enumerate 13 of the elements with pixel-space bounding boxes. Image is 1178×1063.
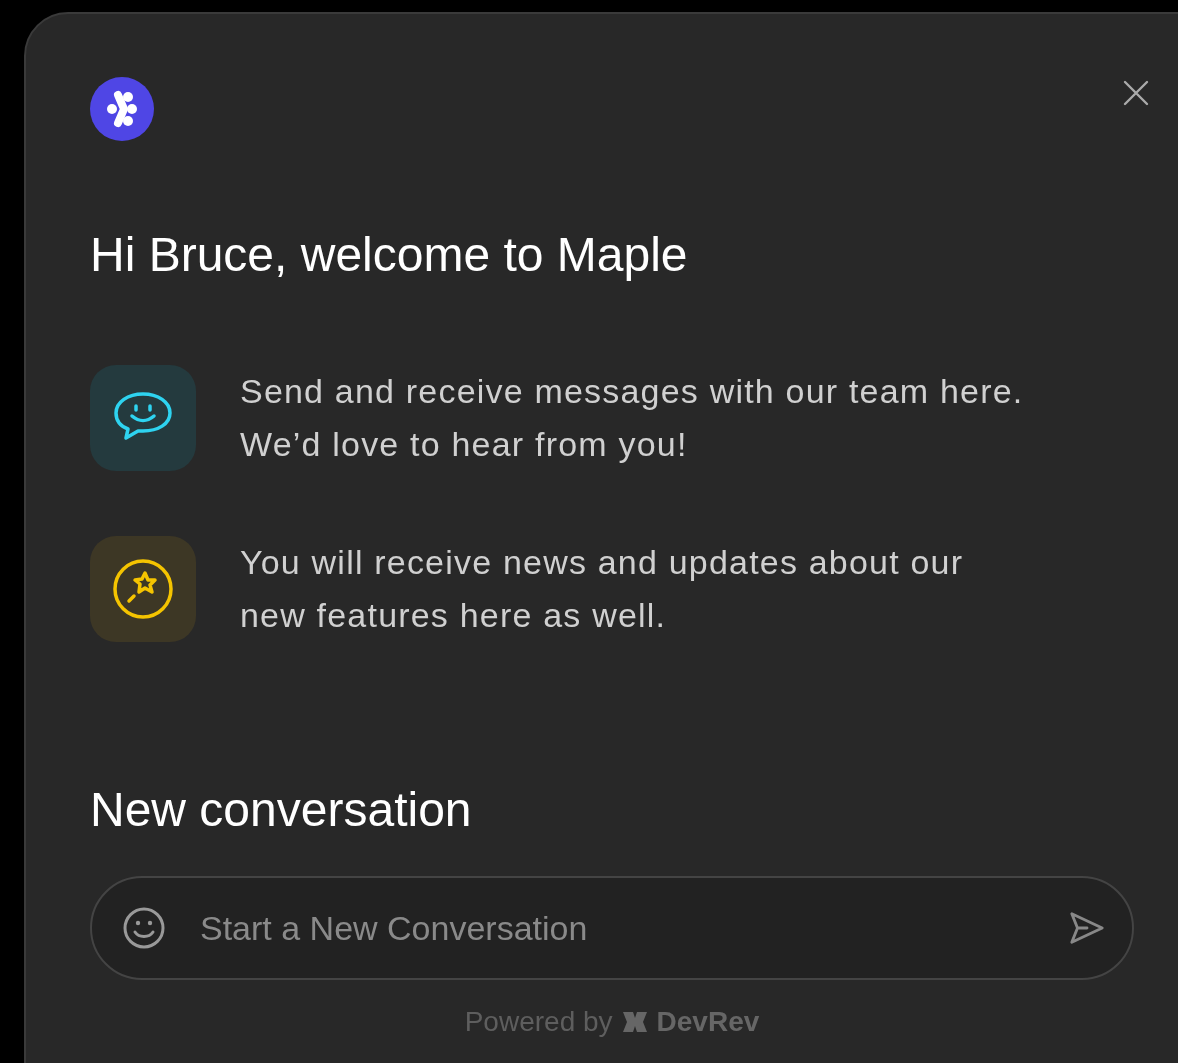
welcome-heading: Hi Bruce, welcome to Maple [90, 227, 689, 283]
message-input-field[interactable]: Start a New Conversation [198, 907, 1036, 949]
feature-description: Send and receive messages with our team here. We’d love to hear from you! [240, 371, 1025, 465]
emoji-icon[interactable] [122, 906, 166, 950]
chat-bubble-icon [90, 365, 196, 471]
magic-wand-icon [90, 536, 196, 642]
message-composer[interactable]: Start a New Conversation [90, 876, 1134, 980]
brand-name[interactable]: DevRev [656, 1006, 760, 1038]
feature-description: You will receive news and updates about our new features here as well. [240, 542, 965, 636]
send-icon[interactable] [1068, 909, 1106, 947]
logo-icon [90, 77, 154, 141]
close-button[interactable] [1122, 79, 1150, 107]
section-heading: New conversation [90, 782, 473, 838]
